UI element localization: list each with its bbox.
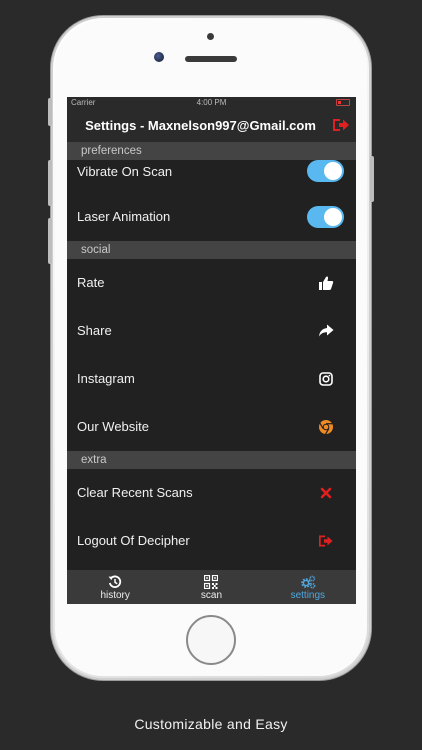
- home-button[interactable]: [186, 615, 236, 665]
- mute-switch: [48, 98, 52, 126]
- chrome-icon: [319, 420, 333, 435]
- tab-scan[interactable]: scan: [163, 570, 259, 604]
- instagram-icon: [319, 372, 333, 386]
- section-header-extra: extra: [67, 451, 356, 469]
- earpiece-speaker: [185, 56, 237, 62]
- row-label: Laser Animation: [77, 209, 171, 224]
- row-label: Rate: [77, 275, 105, 290]
- close-icon: [320, 487, 332, 499]
- row-rate[interactable]: Rate: [67, 259, 356, 307]
- volume-down-button: [48, 218, 52, 264]
- row-share[interactable]: Share: [67, 307, 356, 355]
- row-vibrate-on-scan[interactable]: Vibrate On Scan: [67, 160, 356, 193]
- section-header-preferences: preferences: [67, 142, 356, 160]
- row-clear-recent-scans[interactable]: Clear Recent Scans: [67, 469, 356, 517]
- vibrate-toggle[interactable]: [307, 160, 344, 182]
- row-label: Vibrate On Scan: [77, 164, 173, 179]
- tab-settings[interactable]: settings: [260, 570, 356, 604]
- page-title: Settings - Maxnelson997@Gmail.com: [85, 118, 316, 133]
- row-label: Instagram: [77, 371, 135, 386]
- tab-label: settings: [290, 590, 326, 601]
- gears-icon: [301, 575, 316, 589]
- share-arrow-icon: [319, 324, 334, 337]
- row-logout-of-decipher[interactable]: Logout Of Decipher: [67, 517, 356, 565]
- row-label: Logout Of Decipher: [77, 533, 190, 548]
- thumbs-up-icon: [319, 276, 334, 290]
- tab-label: scan: [200, 590, 223, 601]
- nav-bar: Settings - Maxnelson997@Gmail.com: [67, 109, 356, 142]
- row-label: Share: [77, 323, 112, 338]
- laser-animation-toggle[interactable]: [307, 206, 344, 228]
- tab-history[interactable]: history: [67, 570, 163, 604]
- row-instagram[interactable]: Instagram: [67, 355, 356, 403]
- history-icon: [108, 575, 122, 588]
- sign-out-icon[interactable]: [332, 117, 350, 133]
- volume-up-button: [48, 160, 52, 206]
- tab-bar: history scan settings: [67, 570, 356, 604]
- sign-out-icon: [319, 535, 333, 547]
- row-laser-animation[interactable]: Laser Animation: [67, 193, 356, 241]
- front-camera: [154, 52, 164, 62]
- status-bar: Carrier 4:00 PM: [67, 97, 356, 109]
- battery-icon: [336, 99, 350, 106]
- status-time: 4:00 PM: [196, 98, 227, 107]
- row-our-website[interactable]: Our Website: [67, 403, 356, 451]
- qr-code-icon: [204, 575, 219, 589]
- proximity-sensor: [207, 33, 214, 40]
- power-button: [370, 156, 374, 202]
- caption: Customizable and Easy: [134, 716, 288, 732]
- section-header-social: social: [67, 241, 356, 259]
- row-label: Our Website: [77, 419, 150, 434]
- row-label: Clear Recent Scans: [77, 485, 193, 500]
- app-screen: Carrier 4:00 PM Settings - Maxnelson997@…: [67, 97, 356, 604]
- tab-label: history: [100, 590, 130, 601]
